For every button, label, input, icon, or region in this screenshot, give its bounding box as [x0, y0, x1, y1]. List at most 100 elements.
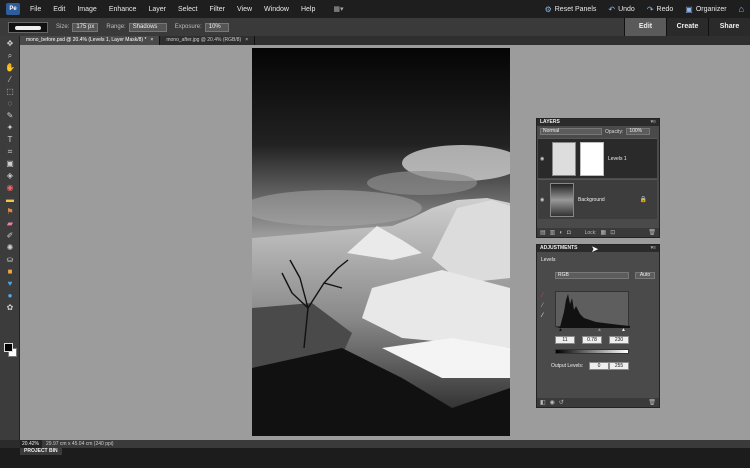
tab-mono-after[interactable]: mono_after.jpg @ 20.4% (RGB/8) ×: [160, 36, 256, 45]
output-white-field[interactable]: 255: [609, 362, 629, 370]
eyedropper-tool-icon[interactable]: ⁄: [4, 75, 16, 84]
spot-healing-tool-icon[interactable]: ▬: [4, 195, 16, 204]
document-info: 29.97 cm x 45.04 cm (240 ppi): [46, 441, 114, 447]
organizer-button[interactable]: ▣ Organizer: [685, 5, 726, 14]
layer-mask-thumbnail[interactable]: [580, 142, 604, 176]
paint-bucket-tool-icon[interactable]: ⛀: [4, 255, 16, 264]
size-label: Size:: [56, 24, 70, 30]
sponge-tool-icon[interactable]: ✿: [4, 303, 16, 312]
menu-edit[interactable]: Edit: [47, 6, 71, 13]
layers-panel-title: LAYERS: [540, 119, 560, 125]
output-black-field[interactable]: 0: [589, 362, 609, 370]
workspace-layout-icon[interactable]: ▦▾: [327, 5, 349, 13]
edit-mode-button[interactable]: Edit: [624, 18, 666, 36]
gamma-input-slider-icon[interactable]: ▲: [597, 327, 602, 333]
type-tool-icon[interactable]: T: [4, 135, 16, 144]
opacity-field[interactable]: 100%: [626, 128, 651, 135]
menu-image[interactable]: Image: [71, 6, 102, 13]
close-icon[interactable]: ×: [150, 36, 153, 45]
reset-adjustment-icon[interactable]: ↺: [559, 399, 564, 406]
red-eye-tool-icon[interactable]: ◉: [4, 183, 16, 192]
lasso-tool-icon[interactable]: ◌: [4, 99, 16, 108]
layers-panel-footer: ▤ ▥ ◐ ◘ Lock: ▦ ⊡ 🗑: [537, 228, 659, 237]
levels-histogram: [555, 291, 630, 328]
menu-window[interactable]: Window: [258, 6, 295, 13]
lock-all-icon[interactable]: ⊡: [610, 229, 615, 236]
visibility-eye-icon[interactable]: ◉: [540, 197, 544, 203]
clip-to-layer-icon[interactable]: ◧: [540, 399, 546, 406]
menu-filter[interactable]: Filter: [203, 6, 231, 13]
black-point-eyedropper-icon[interactable]: ⁄: [542, 293, 543, 299]
clone-stamp-tool-icon[interactable]: ⚑: [4, 207, 16, 216]
adjustment-layer-icon[interactable]: ◐: [559, 230, 563, 236]
add-mask-icon[interactable]: ◘: [567, 230, 571, 236]
foreground-color-swatch[interactable]: [4, 343, 13, 352]
project-bin-tab[interactable]: PROJECT BIN: [20, 448, 62, 455]
new-group-icon[interactable]: ▥: [550, 229, 556, 236]
document-tabs: mono_before.psd @ 20.4% (Levels 1, Layer…: [20, 36, 750, 45]
delete-adjustment-icon[interactable]: 🗑: [648, 399, 656, 406]
auto-button[interactable]: Auto: [635, 272, 655, 279]
black-input-slider-icon[interactable]: ▲: [558, 327, 563, 333]
canvas-area: LAYERS ▾≡ Normal Opacity: 100% ◉ Levels 1…: [20, 45, 750, 440]
gray-point-eyedropper-icon[interactable]: ⁄: [542, 303, 543, 309]
output-levels-label: Output Levels:: [551, 363, 584, 369]
tab-mono-before[interactable]: mono_before.psd @ 20.4% (Levels 1, Layer…: [20, 36, 161, 45]
input-black-field[interactable]: 11: [555, 336, 575, 344]
menu-help[interactable]: Help: [295, 6, 321, 13]
panel-menu-icon[interactable]: ▾≡: [651, 119, 656, 126]
close-icon[interactable]: ×: [245, 36, 248, 45]
brush-tool-icon[interactable]: ✐: [4, 231, 16, 240]
menu-select[interactable]: Select: [172, 6, 203, 13]
size-field[interactable]: 175 px: [72, 22, 99, 32]
menu-layer[interactable]: Layer: [142, 6, 172, 13]
panel-menu-icon[interactable]: ▾≡: [651, 245, 656, 252]
home-icon[interactable]: ⌂: [739, 4, 744, 14]
recompose-tool-icon[interactable]: ▣: [4, 159, 16, 168]
menu-enhance[interactable]: Enhance: [103, 6, 143, 13]
white-input-slider-icon[interactable]: ▲: [621, 327, 626, 333]
range-select[interactable]: Shadows: [128, 22, 167, 32]
menu-view[interactable]: View: [231, 6, 258, 13]
blend-mode-select[interactable]: Normal: [540, 128, 602, 135]
status-bar: 20.42% 29.97 cm x 45.04 cm (240 ppi): [20, 440, 750, 448]
visibility-eye-icon[interactable]: ◉: [540, 156, 544, 162]
reset-panels-button[interactable]: ⚙ Reset Panels: [545, 5, 597, 14]
input-slider-track[interactable]: ▲ ▲ ▲: [555, 327, 629, 333]
eraser-tool-icon[interactable]: ▰: [4, 219, 16, 228]
crop-tool-icon[interactable]: ⌗: [4, 147, 16, 156]
shape-tool-icon[interactable]: ♥: [4, 279, 16, 288]
lock-transparency-icon[interactable]: ▦: [601, 229, 607, 236]
zoom-field[interactable]: 20.42%: [20, 440, 42, 448]
mouse-cursor-icon: ➤: [591, 244, 599, 254]
exposure-field[interactable]: 10%: [204, 22, 229, 32]
channel-select[interactable]: RGB: [555, 272, 629, 279]
share-mode-button[interactable]: Share: [708, 18, 750, 36]
marquee-tool-icon[interactable]: ⬚: [4, 87, 16, 96]
hand-tool-icon[interactable]: ✋: [4, 63, 16, 72]
white-point-eyedropper-icon[interactable]: ⁄: [542, 313, 543, 319]
tab-label: mono_after.jpg @ 20.4% (RGB/8): [166, 37, 242, 43]
new-layer-icon[interactable]: ▤: [540, 229, 546, 236]
cookie-cutter-tool-icon[interactable]: ◈: [4, 171, 16, 180]
delete-layer-icon[interactable]: 🗑: [648, 229, 656, 236]
smart-brush-tool-icon[interactable]: ✺: [4, 243, 16, 252]
blur-tool-icon[interactable]: ●: [4, 291, 16, 300]
create-mode-button[interactable]: Create: [666, 18, 708, 36]
input-white-field[interactable]: 230: [609, 336, 629, 344]
move-tool-icon[interactable]: ✥: [4, 39, 16, 48]
brush-preset-picker[interactable]: [8, 21, 48, 33]
landscape-photo[interactable]: [252, 48, 510, 436]
layer-row-background[interactable]: ◉ Background 🔒: [538, 179, 657, 219]
input-gamma-field[interactable]: 0.78: [582, 336, 602, 344]
redo-button[interactable]: ↷ Redo: [647, 5, 673, 14]
gradient-tool-icon[interactable]: ■: [4, 267, 16, 276]
undo-button[interactable]: ↶ Undo: [608, 5, 634, 14]
layer-row-levels[interactable]: ◉ Levels 1: [538, 138, 657, 178]
zoom-tool-icon[interactable]: ⌕: [4, 51, 16, 60]
view-previous-icon[interactable]: ◉: [550, 399, 555, 406]
magic-wand-tool-icon[interactable]: ✦: [4, 123, 16, 132]
menu-file[interactable]: File: [24, 6, 47, 13]
quick-selection-tool-icon[interactable]: ✎: [4, 111, 16, 120]
range-label: Range:: [106, 24, 126, 30]
